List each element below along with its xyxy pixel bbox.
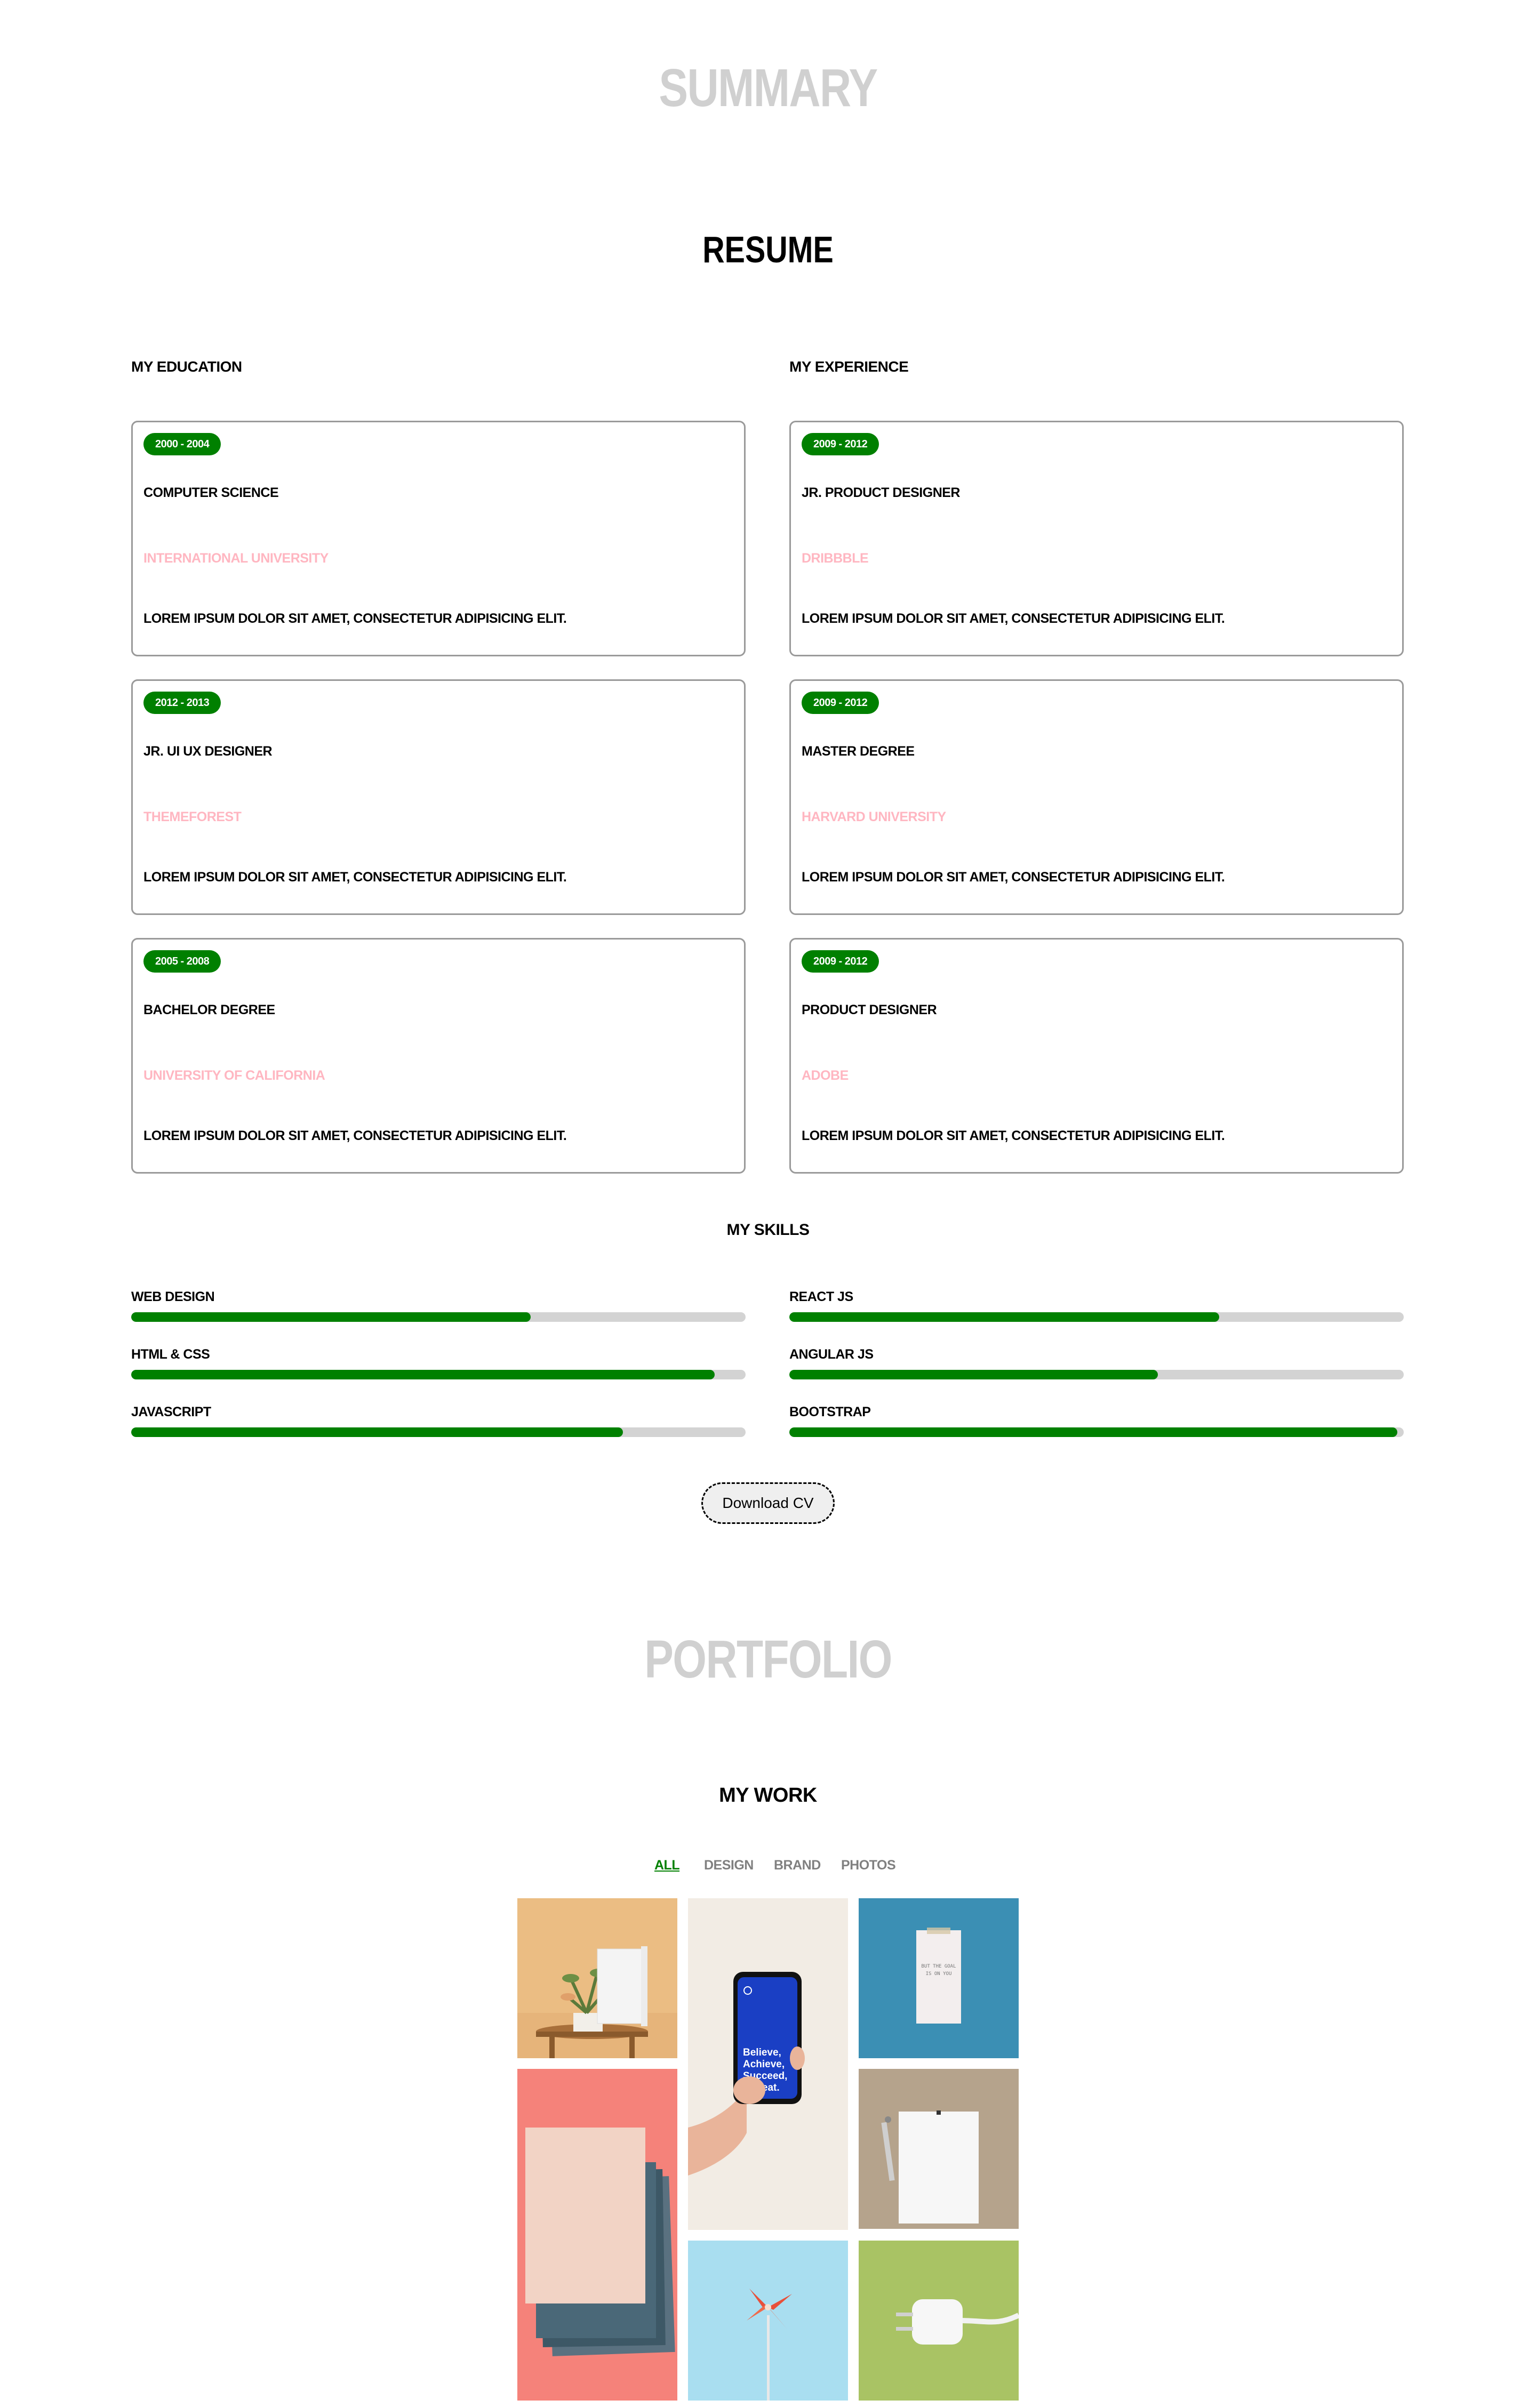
filter-design[interactable]: DESIGN (704, 1858, 754, 1873)
skill-bar-fill (131, 1427, 623, 1437)
skill-bar-fill (131, 1370, 715, 1379)
card-organization: UNIVERSITY OF CALIFORNIA (143, 1068, 325, 1083)
note-image: BUT THE GOAL IS ON YOU (859, 1898, 1019, 2058)
skill-label: ANGULAR JS (789, 1347, 874, 1362)
education-card: 2005 - 2008 BACHELOR DEGREE UNIVERSITY O… (131, 938, 746, 1174)
education-heading: MY EDUCATION (131, 358, 242, 375)
card-organization: ADOBE (802, 1068, 849, 1083)
phone-image: Believe, Achieve, Succeed, Repeat. (688, 1898, 848, 2230)
year-badge: 2009 - 2012 (802, 950, 879, 973)
card-description: LOREM IPSUM DOLOR SIT AMET, CONSECTETUR … (802, 1128, 1225, 1143)
card-title: JR. PRODUCT DESIGNER (802, 485, 960, 500)
skill-label: HTML & CSS (131, 1347, 210, 1362)
skill-bar (131, 1312, 746, 1322)
portfolio-item-charger[interactable] (859, 2241, 1019, 2401)
year-badge: 2009 - 2012 (802, 692, 879, 714)
portfolio-title: MY WORK (719, 1784, 817, 1807)
year-badge: 2009 - 2012 (802, 433, 879, 455)
charger-image (859, 2241, 1019, 2401)
card-title: PRODUCT DESIGNER (802, 1002, 937, 1017)
card-title: MASTER DEGREE (802, 744, 915, 759)
pinwheel-image (688, 2241, 848, 2401)
portfolio-item-plant-table[interactable] (517, 1898, 677, 2058)
skill-bar-fill (131, 1312, 531, 1322)
experience-heading: MY EXPERIENCE (789, 358, 909, 375)
card-description: LOREM IPSUM DOLOR SIT AMET, CONSECTETUR … (802, 870, 1225, 885)
skill-bar (789, 1312, 1404, 1322)
card-description: LOREM IPSUM DOLOR SIT AMET, CONSECTETUR … (143, 870, 567, 885)
card-title: COMPUTER SCIENCE (143, 485, 279, 500)
filter-photos[interactable]: PHOTOS (841, 1858, 896, 1873)
skill-bar (789, 1370, 1404, 1379)
filter-brand[interactable]: BRAND (774, 1858, 821, 1873)
portfolio-item-paper-stack[interactable] (517, 2069, 677, 2401)
card-title: BACHELOR DEGREE (143, 1002, 275, 1017)
year-badge: 2000 - 2004 (143, 433, 221, 455)
plant-table-image (517, 1898, 677, 2058)
card-description: LOREM IPSUM DOLOR SIT AMET, CONSECTETUR … (143, 1128, 567, 1143)
summary-ghost-title: SUMMARY (659, 58, 878, 118)
experience-card: 2009 - 2012 MASTER DEGREE HARVARD UNIVER… (789, 679, 1404, 915)
portfolio-item-phone[interactable]: Believe, Achieve, Succeed, Repeat. (688, 1898, 848, 2230)
skill-bar (131, 1427, 746, 1437)
portfolio-ghost-title: PORTFOLIO (644, 1630, 892, 1689)
portfolio-item-pinwheel[interactable] (688, 2241, 848, 2401)
skill-label: JAVASCRIPT (131, 1404, 211, 1419)
education-card: 2000 - 2004 COMPUTER SCIENCE INTERNATION… (131, 421, 746, 656)
skill-bar-fill (789, 1312, 1220, 1322)
card-title: JR. UI UX DESIGNER (143, 744, 273, 759)
filter-all[interactable]: ALL (654, 1858, 680, 1873)
skill-bar (131, 1370, 746, 1379)
download-cv-button[interactable]: Download CV (701, 1482, 835, 1524)
card-description: LOREM IPSUM DOLOR SIT AMET, CONSECTETUR … (143, 611, 567, 626)
card-description: LOREM IPSUM DOLOR SIT AMET, CONSECTETUR … (802, 611, 1225, 626)
card-organization: THEMEFOREST (143, 809, 242, 824)
skill-label: REACT JS (789, 1289, 853, 1304)
card-organization: INTERNATIONAL UNIVERSITY (143, 551, 329, 566)
paper-pen-image (859, 2069, 1019, 2229)
paper-stack-image (517, 2069, 677, 2401)
skills-heading: MY SKILLS (726, 1221, 810, 1239)
portfolio-item-note-blue[interactable]: BUT THE GOAL IS ON YOU (859, 1898, 1019, 2058)
portfolio-item-paper-pen[interactable] (859, 2069, 1019, 2229)
skill-label: WEB DESIGN (131, 1289, 215, 1304)
resume-title: RESUME (702, 229, 834, 270)
experience-card: 2009 - 2012 PRODUCT DESIGNER ADOBE LOREM… (789, 938, 1404, 1174)
education-card: 2012 - 2013 JR. UI UX DESIGNER THEMEFORE… (131, 679, 746, 915)
year-badge: 2005 - 2008 (143, 950, 221, 973)
card-organization: DRIBBBLE (802, 551, 869, 566)
skill-label: BOOTSTRAP (789, 1404, 871, 1419)
experience-card: 2009 - 2012 JR. PRODUCT DESIGNER DRIBBBL… (789, 421, 1404, 656)
skill-bar-fill (789, 1370, 1158, 1379)
card-organization: HARVARD UNIVERSITY (802, 809, 946, 824)
skill-bar-fill (789, 1427, 1398, 1437)
skill-bar (789, 1427, 1404, 1437)
year-badge: 2012 - 2013 (143, 692, 221, 714)
